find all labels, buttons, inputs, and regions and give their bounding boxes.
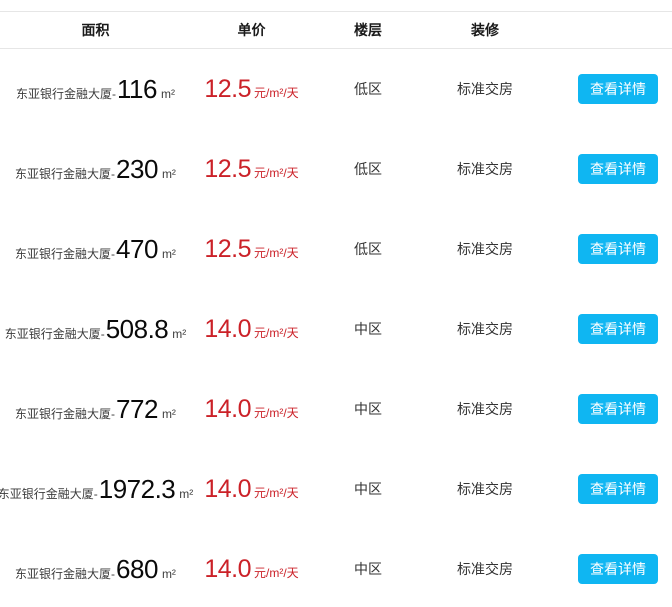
price-value: 12.5 [204,75,251,104]
area-value: 772 [116,394,158,425]
area-cell: 东亚银行金融大厦- 1972.3 m² [0,474,191,505]
table-row: 东亚银行金融大厦- 772 m² 14.0 元/m²/天 中区 标准交房 查看详… [0,369,672,449]
floor-value: 低区 [312,239,424,259]
floor-value: 中区 [312,559,424,579]
floor-value: 低区 [312,159,424,179]
price-cell: 14.0 元/m²/天 [191,395,312,424]
decoration-value: 标准交房 [424,159,546,179]
column-header-floor: 楼层 [312,20,424,40]
area-cell: 东亚银行金融大厦- 508.8 m² [0,314,191,345]
view-details-button[interactable]: 查看详情 [578,554,658,584]
price-value: 14.0 [204,315,251,344]
area-unit: m² [162,407,176,421]
area-cell: 东亚银行金融大厦- 772 m² [0,394,191,425]
action-cell: 查看详情 [546,554,672,584]
price-value: 14.0 [204,475,251,504]
price-value: 14.0 [204,395,251,424]
table-header: 面积 单价 楼层 装修 [0,11,672,49]
price-unit: 元/m²/天 [254,564,299,581]
table-row: 东亚银行金融大厦- 470 m² 12.5 元/m²/天 低区 标准交房 查看详… [0,209,672,289]
view-details-button[interactable]: 查看详情 [578,234,658,264]
view-details-button[interactable]: 查看详情 [578,474,658,504]
table-row: 东亚银行金融大厦- 508.8 m² 14.0 元/m²/天 中区 标准交房 查… [0,289,672,369]
action-cell: 查看详情 [546,474,672,504]
area-unit: m² [172,327,186,341]
area-unit: m² [162,247,176,261]
floor-value: 中区 [312,319,424,339]
price-unit: 元/m²/天 [254,244,299,261]
floor-value: 中区 [312,479,424,499]
building-name: 东亚银行金融大厦- [15,245,115,262]
action-cell: 查看详情 [546,314,672,344]
price-unit: 元/m²/天 [254,404,299,421]
price-cell: 14.0 元/m²/天 [191,475,312,504]
decoration-value: 标准交房 [424,479,546,499]
area-cell: 东亚银行金融大厦- 470 m² [0,234,191,265]
price-unit: 元/m²/天 [254,324,299,341]
area-value: 1972.3 [99,474,176,505]
decoration-value: 标准交房 [424,399,546,419]
area-unit: m² [161,87,175,101]
area-unit: m² [162,567,176,581]
decoration-value: 标准交房 [424,559,546,579]
building-name: 东亚银行金融大厦- [15,165,115,182]
area-value: 470 [116,234,158,265]
area-unit: m² [162,167,176,181]
price-value: 12.5 [204,155,251,184]
area-value: 230 [116,154,158,185]
price-cell: 12.5 元/m²/天 [191,75,312,104]
action-cell: 查看详情 [546,74,672,104]
floor-value: 低区 [312,79,424,99]
top-spacer [0,0,672,11]
price-cell: 14.0 元/m²/天 [191,555,312,584]
decoration-value: 标准交房 [424,79,546,99]
area-cell: 东亚银行金融大厦- 230 m² [0,154,191,185]
table-row: 东亚银行金融大厦- 680 m² 14.0 元/m²/天 中区 标准交房 查看详… [0,529,672,607]
table-row: 东亚银行金融大厦- 1972.3 m² 14.0 元/m²/天 中区 标准交房 … [0,449,672,529]
price-value: 12.5 [204,235,251,264]
price-unit: 元/m²/天 [254,164,299,181]
action-cell: 查看详情 [546,234,672,264]
price-unit: 元/m²/天 [254,484,299,501]
decoration-value: 标准交房 [424,239,546,259]
building-name: 东亚银行金融大厦- [15,405,115,422]
table-row: 东亚银行金融大厦- 116 m² 12.5 元/m²/天 低区 标准交房 查看详… [0,49,672,129]
price-unit: 元/m²/天 [254,84,299,101]
price-cell: 12.5 元/m²/天 [191,235,312,264]
price-cell: 12.5 元/m²/天 [191,155,312,184]
price-cell: 14.0 元/m²/天 [191,315,312,344]
table-row: 东亚银行金融大厦- 230 m² 12.5 元/m²/天 低区 标准交房 查看详… [0,129,672,209]
price-value: 14.0 [204,555,251,584]
area-value: 508.8 [106,314,169,345]
action-cell: 查看详情 [546,154,672,184]
view-details-button[interactable]: 查看详情 [578,314,658,344]
area-value: 116 [117,74,157,105]
view-details-button[interactable]: 查看详情 [578,74,658,104]
action-cell: 查看详情 [546,394,672,424]
building-name: 东亚银行金融大厦- [0,485,98,502]
building-name: 东亚银行金融大厦- [15,565,115,582]
decoration-value: 标准交房 [424,319,546,339]
column-header-price: 单价 [191,20,312,40]
floor-value: 中区 [312,399,424,419]
area-value: 680 [116,554,158,585]
view-details-button[interactable]: 查看详情 [578,394,658,424]
area-cell: 东亚银行金融大厦- 680 m² [0,554,191,585]
building-name: 东亚银行金融大厦- [5,325,105,342]
area-cell: 东亚银行金融大厦- 116 m² [0,74,191,105]
view-details-button[interactable]: 查看详情 [578,154,658,184]
building-name: 东亚银行金融大厦- [16,85,116,102]
column-header-area: 面积 [0,20,191,40]
column-header-decoration: 装修 [424,20,546,40]
